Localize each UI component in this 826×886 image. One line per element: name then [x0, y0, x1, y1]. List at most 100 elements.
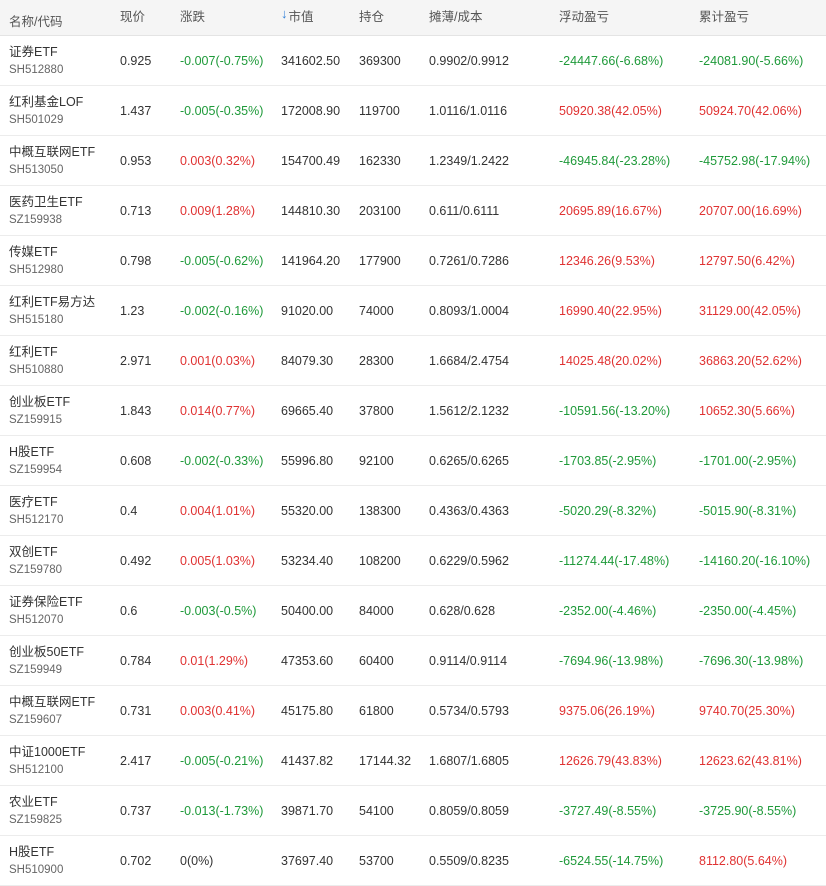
- cost-cell: 0.9902/0.9912: [429, 53, 509, 68]
- fund-name-cell[interactable]: H股ETF SH510900: [9, 836, 63, 885]
- fund-name[interactable]: 创业板50ETF: [9, 643, 84, 661]
- fund-name-cell[interactable]: 中证1000ETF SH512100: [9, 736, 85, 785]
- column-header-quantity[interactable]: 持仓: [359, 0, 384, 35]
- table-row[interactable]: 中证1000ETF SH512100 2.417 -0.005(-0.21%) 4143…: [0, 736, 826, 786]
- cost-cell: 0.9114/0.9114: [429, 653, 508, 668]
- table-row[interactable]: 证券ETF SH512880 0.925 -0.007(-0.75%) 341602.5…: [0, 36, 826, 86]
- fund-name[interactable]: 传媒ETF: [9, 243, 58, 261]
- change-cell: 0.001(0.03%): [180, 353, 256, 368]
- fund-name-cell[interactable]: 证券ETF SH512880: [9, 36, 63, 85]
- market-value-cell: 144810.30: [281, 203, 341, 218]
- table-row[interactable]: 红利ETF易方达 SH515180 1.23 -0.002(-0.16%) 91020.…: [0, 286, 826, 336]
- column-header-floating-pl[interactable]: 浮动盈亏: [559, 0, 609, 35]
- fund-name[interactable]: 证券ETF: [9, 43, 58, 61]
- fund-name[interactable]: 双创ETF: [9, 543, 58, 561]
- quantity-cell: 177900: [359, 253, 401, 268]
- floating-pl-cell: -10591.56(-13.20%): [559, 403, 671, 418]
- table-row[interactable]: 红利基金LOF SH501029 1.437 -0.005(-0.35%) 172008…: [0, 86, 826, 136]
- fund-name[interactable]: H股ETF: [9, 843, 54, 861]
- fund-name[interactable]: 红利ETF易方达: [9, 293, 95, 311]
- fund-name-cell[interactable]: 红利ETF易方达 SH515180: [9, 286, 95, 335]
- fund-code: SH512070: [9, 613, 64, 626]
- market-value-cell: 45175.80: [281, 703, 334, 718]
- table-row[interactable]: 中概互联网ETF SZ159607 0.731 0.003(0.41%) 45175.8…: [0, 686, 826, 736]
- column-header-cost[interactable]: 摊薄/成本: [429, 0, 482, 35]
- fund-name[interactable]: 红利ETF: [9, 343, 58, 361]
- fund-name[interactable]: 中概互联网ETF: [9, 143, 95, 161]
- fund-name-cell[interactable]: 双创ETF SZ159780: [9, 536, 62, 585]
- table-row[interactable]: 传媒ETF SH512980 0.798 -0.005(-0.62%) 141964.2…: [0, 236, 826, 286]
- market-value-cell: 55320.00: [281, 503, 334, 518]
- fund-name-cell[interactable]: 创业板ETF SZ159915: [9, 386, 70, 435]
- cumulative-pl-cell: 8112.80(5.64%): [699, 853, 788, 868]
- column-header-price[interactable]: 现价: [120, 0, 145, 35]
- floating-pl-cell: 50920.38(42.05%): [559, 103, 662, 118]
- fund-name-cell[interactable]: 农业ETF SZ159825: [9, 786, 62, 835]
- cumulative-pl-cell: -14160.20(-16.10%): [699, 553, 811, 568]
- cost-cell: 0.5734/0.5793: [429, 703, 509, 718]
- price-cell: 0.731: [120, 703, 152, 718]
- cumulative-pl-cell: 50924.70(42.06%): [699, 103, 802, 118]
- quantity-cell: 37800: [359, 403, 394, 418]
- fund-name[interactable]: 医药卫生ETF: [9, 193, 83, 211]
- fund-name[interactable]: 证券保险ETF: [9, 593, 83, 611]
- fund-name-cell[interactable]: 创业板50ETF SZ159949: [9, 636, 84, 685]
- cost-cell: 1.6684/2.4754: [429, 353, 509, 368]
- table-row[interactable]: 中概互联网ETF SH513050 0.953 0.003(0.32%) 154700.…: [0, 136, 826, 186]
- fund-name[interactable]: 农业ETF: [9, 793, 58, 811]
- fund-code: SH512980: [9, 263, 64, 276]
- fund-name-cell[interactable]: 证券保险ETF SH512070: [9, 586, 83, 635]
- market-value-cell: 53234.40: [281, 553, 334, 568]
- column-header-name[interactable]: 名称/代码: [9, 0, 62, 35]
- table-row[interactable]: 农业ETF SZ159825 0.737 -0.013(-1.73%) 39871.70…: [0, 786, 826, 836]
- floating-pl-cell: -24447.66(-6.68%): [559, 53, 664, 68]
- fund-name[interactable]: 中概互联网ETF: [9, 693, 95, 711]
- table-row[interactable]: 医药卫生ETF SZ159938 0.713 0.009(1.28%) 144810.3…: [0, 186, 826, 236]
- table-row[interactable]: 证券保险ETF SH512070 0.6 -0.003(-0.5%) 50400.00 8…: [0, 586, 826, 636]
- fund-name-cell[interactable]: 传媒ETF SH512980: [9, 236, 63, 285]
- column-header-change[interactable]: 涨跌: [180, 0, 205, 35]
- fund-name-cell[interactable]: 医疗ETF SH512170: [9, 486, 63, 535]
- cost-cell: 1.0116/1.0116: [429, 103, 508, 118]
- quantity-cell: 203100: [359, 203, 401, 218]
- table-row[interactable]: 红利ETF SH510880 2.971 0.001(0.03%) 84079.30 28…: [0, 336, 826, 386]
- table-row[interactable]: H股ETF SH510900 0.702 0(0%) 37697.40 53700 0.55…: [0, 836, 826, 886]
- fund-name-cell[interactable]: 中概互联网ETF SZ159607: [9, 686, 95, 735]
- change-cell: 0.014(0.77%): [180, 403, 256, 418]
- fund-name-cell[interactable]: H股ETF SZ159954: [9, 436, 62, 485]
- table-row[interactable]: 双创ETF SZ159780 0.492 0.005(1.03%) 53234.40 10…: [0, 536, 826, 586]
- change-cell: -0.005(-0.21%): [180, 753, 264, 768]
- column-header-market-value[interactable]: ↓ 市值: [281, 0, 314, 35]
- fund-name[interactable]: 中证1000ETF: [9, 743, 85, 761]
- fund-name-cell[interactable]: 红利ETF SH510880: [9, 336, 63, 385]
- fund-name[interactable]: 创业板ETF: [9, 393, 70, 411]
- change-cell: -0.007(-0.75%): [180, 53, 264, 68]
- fund-name-cell[interactable]: 红利基金LOF SH501029: [9, 86, 83, 135]
- fund-code: SZ159938: [9, 213, 63, 226]
- price-cell: 0.798: [120, 253, 152, 268]
- floating-pl-cell: 9375.06(26.19%): [559, 703, 655, 718]
- table-row[interactable]: H股ETF SZ159954 0.608 -0.002(-0.33%) 55996.80…: [0, 436, 826, 486]
- floating-pl-cell: -2352.00(-4.46%): [559, 603, 657, 618]
- price-cell: 0.784: [120, 653, 152, 668]
- table-row[interactable]: 创业板50ETF SZ159949 0.784 0.01(1.29%) 47353.60…: [0, 636, 826, 686]
- floating-pl-cell: 20695.89(16.67%): [559, 203, 662, 218]
- change-cell: -0.002(-0.16%): [180, 303, 264, 318]
- floating-pl-cell: -7694.96(-13.98%): [559, 653, 664, 668]
- fund-code: SH501029: [9, 113, 64, 126]
- fund-name[interactable]: H股ETF: [9, 443, 54, 461]
- fund-name[interactable]: 医疗ETF: [9, 493, 58, 511]
- quantity-cell: 53700: [359, 853, 394, 868]
- floating-pl-cell: 12626.79(43.83%): [559, 753, 662, 768]
- change-cell: 0.004(1.01%): [180, 503, 256, 518]
- fund-name-cell[interactable]: 医药卫生ETF SZ159938: [9, 186, 83, 235]
- column-header-cumulative-pl[interactable]: 累计盈亏: [699, 0, 749, 35]
- fund-name[interactable]: 红利基金LOF: [9, 93, 83, 111]
- market-value-cell: 154700.49: [281, 153, 341, 168]
- cumulative-pl-cell: 36863.20(52.62%): [699, 353, 802, 368]
- market-value-cell: 50400.00: [281, 603, 334, 618]
- table-row[interactable]: 创业板ETF SZ159915 1.843 0.014(0.77%) 69665.40 3…: [0, 386, 826, 436]
- fund-name-cell[interactable]: 中概互联网ETF SH513050: [9, 136, 95, 185]
- price-cell: 1.843: [120, 403, 152, 418]
- table-row[interactable]: 医疗ETF SH512170 0.4 0.004(1.01%) 55320.00 1383…: [0, 486, 826, 536]
